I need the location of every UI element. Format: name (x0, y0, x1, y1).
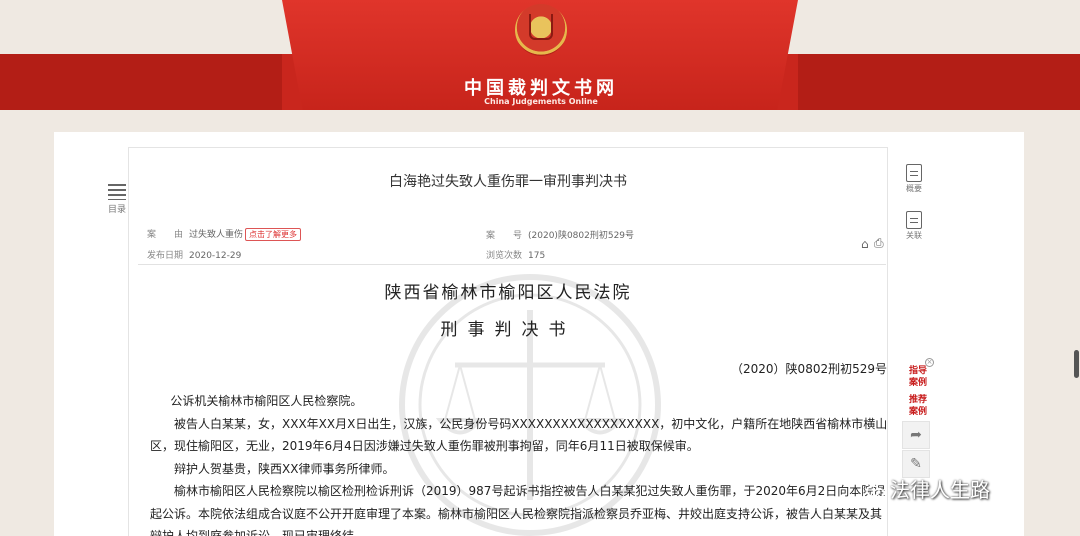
toc-button[interactable]: 目录 (104, 184, 130, 215)
site-header: 中国裁判文书网 China Judgements Online (0, 0, 1080, 112)
related-button[interactable]: 关联 (900, 211, 928, 241)
scrollbar-thumb[interactable] (1074, 350, 1079, 378)
meta-views: 浏览次数 175 (486, 248, 545, 261)
site-subtitle: China Judgements Online (484, 97, 598, 106)
paragraph: 被告人白某某，女，XXX年XX月X日出生，汉族，公民身份号码XXXXXXXXXX… (150, 416, 888, 454)
document-body: 公诉机关榆林市榆阳区人民检察院。 被告人白某某，女，XXX年XX月X日出生，汉族… (150, 390, 888, 536)
guide-case-link[interactable]: 指导案例 (905, 365, 931, 389)
meta-cause-key: 案 由 (147, 230, 184, 240)
header-band-left (0, 54, 282, 110)
recommend-case-link[interactable]: 推荐案例 (905, 394, 931, 418)
pencil-icon: ✎ (910, 456, 922, 472)
summary-icon (906, 164, 922, 182)
related-label: 关联 (906, 231, 922, 240)
paragraph: 公诉机关榆林市榆阳区人民检察院。 (170, 394, 363, 408)
meta-cause-value[interactable]: 过失致人重伤 (189, 230, 243, 240)
meta-cause: 案 由过失致人重伤 点击了解更多 (147, 227, 302, 241)
court-emblem-scales-icon (529, 14, 553, 40)
summary-button[interactable]: 概要 (900, 164, 928, 194)
share-icon: ➦ (910, 427, 922, 443)
document-type: 刑事判决书 (440, 320, 576, 340)
case-number: （2020）陕0802刑初529号 (731, 362, 887, 376)
document-title: 白海艳过失致人重伤罪一审刑事判决书 (389, 174, 627, 190)
meta-views-key: 浏览次数 (486, 251, 523, 261)
summary-label: 概要 (906, 184, 922, 193)
meta-case-no-key: 案 号 (486, 231, 523, 241)
related-icon (906, 211, 922, 229)
meta-publish: 发布日期 2020-12-29 (147, 248, 241, 261)
meta-case-no: 案 号 (2020)陕0802刑初529号 (486, 228, 634, 241)
toc-label: 目录 (107, 205, 126, 215)
list-icon (108, 184, 126, 200)
print-icon[interactable]: ⎙ (874, 236, 884, 251)
header-band-right (798, 54, 1080, 110)
paragraph: 辩护人贺基贵，陕西XX律师事务所律师。 (174, 461, 395, 476)
chat-logo-icon (866, 484, 885, 498)
meta-views-value: 175 (528, 251, 546, 261)
court-name: 陕西省榆林市榆阳区人民法院 (384, 283, 632, 303)
paragraph: 榆林市榆阳区人民检察院以榆区检刑检诉刑诉（2019）987号起诉书指控被告人白某… (150, 484, 886, 536)
meta-publish-key: 发布日期 (147, 251, 184, 261)
home-icon[interactable]: ⌂ (861, 237, 869, 251)
meta-divider (138, 264, 886, 265)
meta-case-no-value: (2020)陕0802刑初529号 (528, 231, 635, 241)
learn-more-badge[interactable]: 点击了解更多 (245, 228, 302, 241)
meta-publish-value: 2020-12-29 (189, 251, 242, 261)
watermark-brand: 法律人生路 (866, 474, 990, 503)
watermark-brand-text: 法律人生路 (890, 478, 990, 502)
share-button[interactable]: ➦ (902, 421, 930, 449)
